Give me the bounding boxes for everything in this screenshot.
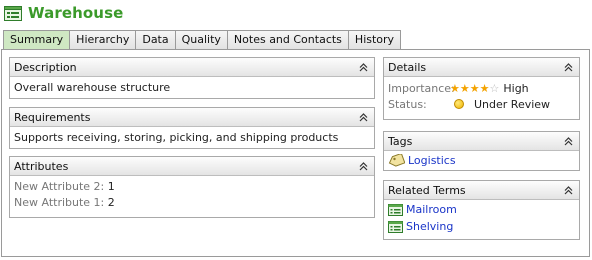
- star-empty-icon: ☆: [489, 81, 500, 95]
- collapse-icon[interactable]: [359, 161, 368, 171]
- importance-label: Importance:: [388, 81, 455, 95]
- related-terms-header-label: Related Terms: [388, 183, 466, 197]
- star-filled-icon: ★: [459, 81, 470, 95]
- related-terms-header: Related Terms: [384, 181, 579, 200]
- attributes-header-label: Attributes: [14, 159, 69, 173]
- attribute-row: New Attribute 1: 2: [14, 195, 370, 211]
- tab-data[interactable]: Data: [135, 30, 175, 50]
- related-terms-section: Related Terms Mailroom Shelving: [383, 180, 580, 240]
- tab-quality[interactable]: Quality: [174, 30, 227, 50]
- details-body: Importance: ★ ★ ★ ★ ☆ High Status: Under Rev…: [384, 77, 579, 115]
- requirements-text: Supports receiving, storing, picking, an…: [14, 131, 339, 144]
- collapse-icon[interactable]: [564, 62, 573, 72]
- details-header-label: Details: [388, 60, 427, 74]
- tag-link-logistics[interactable]: Logistics: [408, 153, 456, 168]
- tags-header-label: Tags: [388, 134, 413, 148]
- related-term-link-shelving[interactable]: Shelving: [406, 219, 453, 234]
- attribute-value: 2: [107, 196, 115, 209]
- requirements-header-label: Requirements: [14, 110, 91, 124]
- star-filled-icon: ★: [469, 81, 480, 95]
- attribute-label: New Attribute 1:: [14, 196, 105, 209]
- requirements-header: Requirements: [10, 108, 374, 127]
- related-terms-body: Mailroom Shelving: [384, 200, 579, 236]
- description-header-label: Description: [14, 60, 77, 74]
- status-label: Status:: [388, 97, 427, 111]
- glossary-term-icon: [4, 5, 22, 21]
- attributes-header: Attributes: [10, 157, 374, 176]
- attribute-value: 1: [107, 180, 115, 193]
- status-indicator-icon: [454, 99, 464, 109]
- requirements-section: Requirements Supports receiving, storing…: [9, 107, 375, 149]
- page-title-bar: Warehouse: [4, 3, 123, 23]
- tab-hierarchy[interactable]: Hierarchy: [69, 30, 136, 50]
- description-text: Overall warehouse structure: [14, 81, 171, 94]
- star-filled-icon: ★: [479, 81, 490, 95]
- details-section: Details Importance: ★ ★ ★ ★ ☆ High Status: U…: [383, 57, 580, 120]
- tab-summary[interactable]: Summary: [3, 30, 70, 51]
- tab-notes-and-contacts[interactable]: Notes and Contacts: [226, 30, 348, 50]
- glossary-term-icon: [388, 220, 403, 233]
- attributes-section: Attributes New Attribute 2: 1 New Attrib…: [9, 156, 375, 218]
- attribute-label: New Attribute 2:: [14, 180, 105, 193]
- collapse-icon[interactable]: [564, 136, 573, 146]
- collapse-icon[interactable]: [359, 62, 368, 72]
- star-filled-icon: ★: [450, 81, 460, 95]
- attribute-row: New Attribute 2: 1: [14, 179, 370, 195]
- collapse-icon[interactable]: [564, 185, 573, 195]
- description-header: Description: [10, 58, 374, 77]
- description-section: Description Overall warehouse structure: [9, 57, 375, 99]
- importance-row: Importance: ★ ★ ★ ★ ☆ High: [388, 80, 575, 96]
- tags-body: Logistics: [384, 151, 579, 170]
- collapse-icon[interactable]: [359, 112, 368, 122]
- tag-icon: [388, 154, 405, 167]
- tab-bar: Summary Hierarchy Data Quality Notes and…: [3, 30, 402, 51]
- status-value: Under Review: [474, 97, 551, 111]
- tags-header: Tags: [384, 132, 579, 151]
- status-row: Status: Under Review: [388, 96, 575, 112]
- tab-history[interactable]: History: [347, 30, 402, 50]
- glossary-term-icon: [388, 203, 403, 216]
- importance-stars: ★ ★ ★ ★ ☆: [450, 83, 499, 94]
- page-title: Warehouse: [28, 4, 124, 22]
- related-term-link-mailroom[interactable]: Mailroom: [406, 202, 457, 217]
- attributes-body: New Attribute 2: 1 New Attribute 1: 2: [10, 176, 374, 214]
- details-header: Details: [384, 58, 579, 77]
- importance-value: High: [503, 81, 529, 95]
- related-term-item[interactable]: Mailroom: [388, 201, 575, 218]
- summary-panel: Description Overall warehouse structure …: [1, 49, 590, 257]
- tags-section: Tags Logistics: [383, 131, 580, 171]
- related-term-item[interactable]: Shelving: [388, 218, 575, 235]
- tag-item[interactable]: Logistics: [388, 152, 575, 169]
